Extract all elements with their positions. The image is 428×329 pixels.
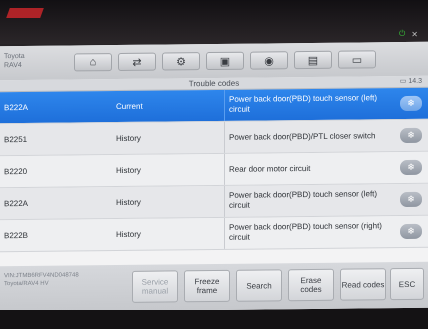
code-id: B222B [4,230,29,241]
code-id: B2251 [4,134,28,145]
code-description: Power back door(PBD) touch sensor (left)… [229,93,378,114]
code-id: B2220 [4,166,28,177]
esc-button[interactable]: ESC [390,267,424,301]
code-status: History [116,133,141,144]
vehicle-text: Toyota/RAV4 HV [4,280,49,288]
vehicle-model: RAV4 [4,62,22,70]
code-status: Current [116,101,143,112]
code-row[interactable]: B222A History Power back door(PBD) touch… [0,183,428,221]
diagnostic-screen: Toyota RAV4 ⌂ ⇄ ⚙ ▣ ◉ ▤ ▭ Trouble codes … [0,41,428,313]
erase-codes-button[interactable]: Erase codes [288,268,334,302]
vehicle-make: Toyota [4,52,25,61]
code-id: B222A [4,102,29,113]
column-divider [224,217,225,249]
save-icon: ▤ [307,54,319,67]
code-row[interactable]: B222B History Power back door(PBD) touch… [0,215,428,253]
photo-frame: ⏻ ✕ Toyota RAV4 ⌂ ⇄ ⚙ ▣ ◉ ▤ ▭ Trouble co… [0,0,428,329]
column-divider [224,153,225,185]
service-manual-button[interactable]: Service manual [132,270,178,303]
code-row[interactable]: B2220 History Rear door motor circuit ❄ [0,151,428,189]
code-description: Power back door(PBD) touch sensor (right… [229,221,382,242]
search-button[interactable]: Search [236,269,282,302]
code-help-button[interactable]: ❄ [400,223,422,240]
vehicle-info: Toyota RAV4 [4,52,25,70]
code-help-button[interactable]: ❄ [400,95,422,112]
code-help-button[interactable]: ❄ [400,191,422,208]
trouble-code-list: B222A Current Power back door(PBD) touch… [0,87,428,253]
power-icon: ⏻ [398,29,406,38]
top-toolbar: Toyota RAV4 ⌂ ⇄ ⚙ ▣ ◉ ▤ ▭ [0,41,428,81]
code-status: History [116,229,141,240]
vehicle-id-info: VIN:JTMB6RFV4ND048748 Toyota/RAV4 HV [4,271,79,288]
camera-icon: ◉ [264,54,274,67]
battery-value: 14.3 [408,77,422,85]
camera-button[interactable]: ◉ [250,51,288,70]
brand-logo [6,8,44,18]
device-bezel-top: ⏻ ✕ [0,0,428,44]
help-icon: ❄ [407,97,415,108]
code-help-button[interactable]: ❄ [400,127,422,144]
battery-icon: ▭ [399,77,407,86]
vehicle-swap-icon: ⇄ [132,56,142,69]
code-description: Power back door(PBD)/PTL closer switch [229,131,376,142]
code-row[interactable]: B222A Current Power back door(PBD) touch… [0,87,428,125]
code-description: Power back door(PBD) touch sensor (left)… [229,189,378,210]
bottom-action-bar: VIN:JTMB6RFV4ND048748 Toyota/RAV4 HV Ser… [0,261,428,313]
help-icon: ❄ [407,225,415,236]
column-divider [224,185,225,217]
settings-button[interactable]: ⚙ [162,52,200,71]
message-button[interactable]: ▭ [338,50,376,69]
print-button[interactable]: ▣ [206,51,244,71]
code-status: History [116,165,141,176]
column-divider [224,121,225,153]
print-icon: ▣ [219,55,231,68]
code-status: History [116,197,141,208]
read-codes-button[interactable]: Read codes [340,268,386,301]
home-icon: ⌂ [89,56,97,69]
code-help-button[interactable]: ❄ [400,159,422,176]
freeze-frame-button[interactable]: Freeze frame [184,269,230,303]
close-icon[interactable]: ✕ [411,30,418,39]
help-icon: ❄ [407,161,415,172]
settings-icon: ⚙ [176,55,186,68]
device-bezel-bottom [0,310,428,329]
battery-voltage: ▭ 14.3 [400,77,422,85]
help-icon: ❄ [407,129,415,140]
code-description: Rear door motor circuit [229,163,311,174]
help-icon: ❄ [407,193,415,204]
home-button[interactable]: ⌂ [74,53,112,72]
message-icon: ▭ [351,53,363,67]
column-divider [224,89,225,121]
vehicle-swap-button[interactable]: ⇄ [118,52,156,72]
status-bar: ⏻ ✕ [399,28,418,40]
code-row[interactable]: B2251 History Power back door(PBD)/PTL c… [0,119,428,157]
save-button[interactable]: ▤ [294,50,332,70]
code-id: B222A [4,198,29,209]
